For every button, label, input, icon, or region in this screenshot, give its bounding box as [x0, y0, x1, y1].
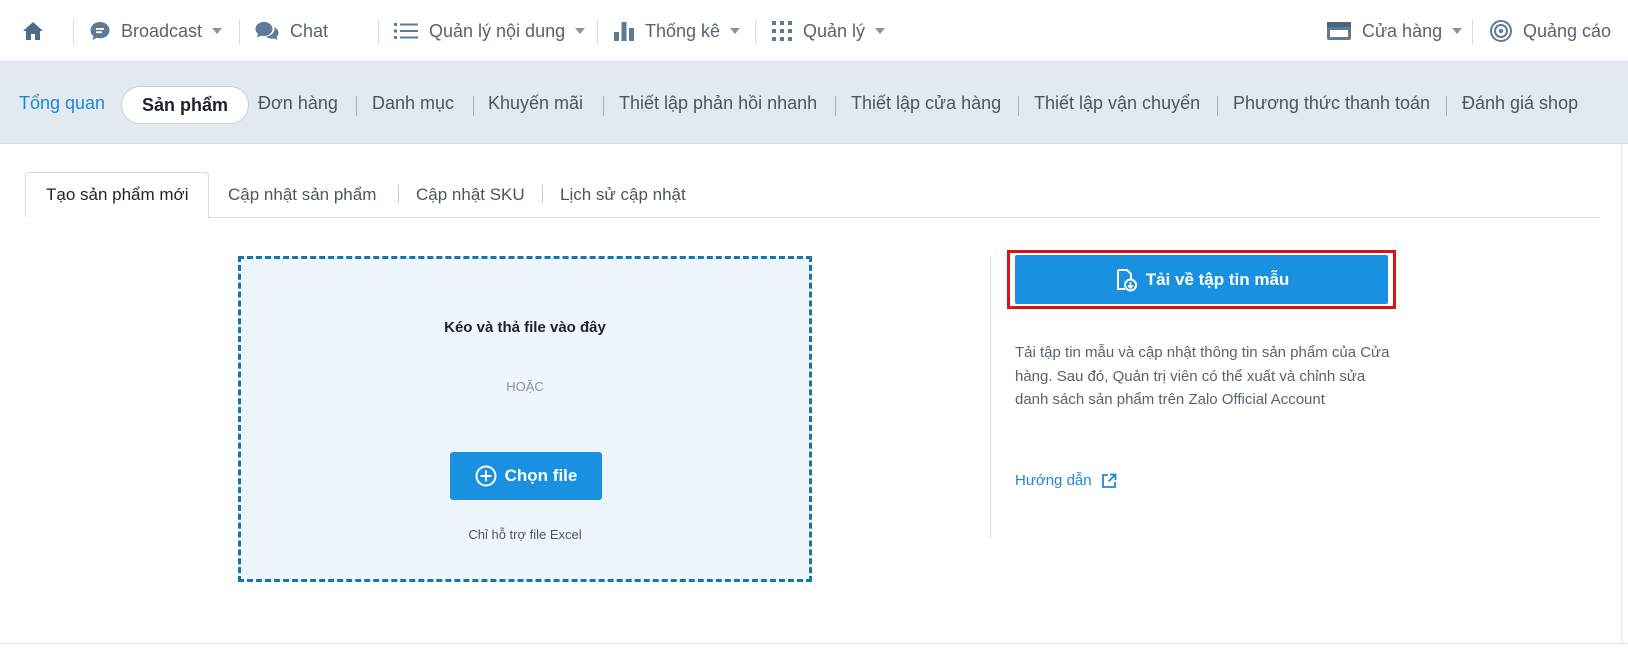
- subnav-divider: [1446, 96, 1447, 116]
- content-border: [0, 643, 1628, 644]
- nav-ads[interactable]: Quảng cáo: [1489, 0, 1611, 62]
- nav-store-label: Cửa hàng: [1362, 20, 1443, 41]
- download-template-label: Tải về tập tin mẫu: [1145, 269, 1290, 289]
- tab-divider: [542, 185, 543, 203]
- nav-store[interactable]: Cửa hàng: [1326, 0, 1463, 62]
- tab-update-history[interactable]: Lịch sử cập nhật: [560, 172, 686, 218]
- external-link-icon: [1101, 473, 1117, 489]
- subnav-divider: [1018, 96, 1019, 116]
- home-button[interactable]: [22, 0, 54, 62]
- chevron-down-icon: [875, 28, 886, 34]
- subnav-divider: [835, 96, 836, 116]
- guide-link[interactable]: Hướng dẫn: [1015, 472, 1117, 489]
- nav-broadcast-label: Broadcast: [121, 20, 203, 41]
- nav-divider: [1472, 20, 1473, 44]
- nav-ads-label: Quảng cáo: [1523, 20, 1612, 41]
- subnav-item-shop-reviews[interactable]: Đánh giá shop: [1462, 62, 1578, 144]
- nav-content-label: Quản lý nội dung: [429, 20, 566, 41]
- nav-broadcast[interactable]: Broadcast: [89, 0, 223, 62]
- subnav-item-shipping[interactable]: Thiết lập vận chuyển: [1034, 62, 1200, 144]
- content-border: [1621, 144, 1622, 644]
- home-icon: [22, 21, 44, 41]
- store-icon: [1326, 20, 1352, 42]
- choose-file-button[interactable]: Chọn file: [450, 452, 602, 500]
- tab-create-product[interactable]: Tạo sản phẩm mới: [25, 172, 210, 218]
- panel-divider: [990, 256, 991, 538]
- nav-chat[interactable]: Chat: [254, 0, 328, 62]
- chevron-down-icon: [730, 28, 741, 34]
- bar-chart-icon: [613, 20, 635, 42]
- chat-icon: [254, 20, 280, 42]
- subnav-item-quick-reply[interactable]: Thiết lập phản hồi nhanh: [619, 62, 817, 144]
- subnav-item-store-settings[interactable]: Thiết lập cửa hàng: [851, 62, 1001, 144]
- nav-statistics[interactable]: Thống kê: [613, 0, 741, 62]
- chevron-down-icon: [1452, 28, 1463, 34]
- subnav-item-products[interactable]: Sản phẩm: [121, 86, 250, 124]
- nav-divider: [597, 20, 598, 44]
- subnav-divider: [356, 96, 357, 116]
- grid-icon: [771, 20, 793, 42]
- subnav-divider: [473, 96, 474, 116]
- subnav-item-promotions[interactable]: Khuyến mãi: [488, 62, 583, 144]
- drop-zone-or: HOẶC: [506, 379, 544, 394]
- nav-divider: [378, 20, 379, 44]
- nav-manage-label: Quản lý: [803, 20, 866, 41]
- subnav-item-payment[interactable]: Phương thức thanh toán: [1233, 62, 1430, 144]
- tab-update-product[interactable]: Cập nhật sản phẩm: [228, 172, 376, 218]
- chevron-down-icon: [575, 28, 586, 34]
- message-bubble-icon: [89, 20, 111, 42]
- nav-divider: [755, 20, 756, 44]
- subnav-item-orders[interactable]: Đơn hàng: [258, 62, 338, 144]
- target-icon: [1489, 19, 1513, 43]
- file-drop-zone[interactable]: Kéo và thả file vào đây HOẶC Chọn file C…: [238, 256, 812, 582]
- subnav-divider: [603, 96, 604, 116]
- nav-divider: [73, 20, 74, 44]
- supported-format-note: Chỉ hỗ trợ file Excel: [468, 527, 582, 542]
- nav-content-management[interactable]: Quản lý nội dung: [393, 0, 586, 62]
- nav-divider: [239, 20, 240, 44]
- tab-divider: [398, 185, 399, 203]
- nav-chat-label: Chat: [290, 20, 329, 41]
- list-icon: [393, 21, 419, 41]
- template-description: Tải tập tin mẫu và cập nhật thông tin sả…: [1015, 344, 1390, 408]
- choose-file-label: Chọn file: [504, 466, 578, 485]
- top-navigation: Broadcast Chat Quản lý nội dung Thống kê…: [0, 0, 1628, 62]
- plus-circle-icon: [475, 465, 497, 487]
- nav-statistics-label: Thống kê: [645, 20, 721, 41]
- nav-manage[interactable]: Quản lý: [771, 0, 886, 62]
- download-template-button[interactable]: Tải về tập tin mẫu: [1015, 255, 1388, 304]
- chevron-down-icon: [212, 28, 223, 34]
- subnav-item-overview[interactable]: Tổng quan: [19, 62, 105, 144]
- tab-update-sku[interactable]: Cập nhật SKU: [416, 172, 525, 218]
- file-download-icon: [1114, 268, 1138, 292]
- subnav-item-categories[interactable]: Danh mục: [372, 62, 454, 144]
- guide-link-label: Hướng dẫn: [1015, 472, 1092, 489]
- subnav-divider: [1217, 96, 1218, 116]
- drop-zone-title: Kéo và thả file vào đây: [444, 319, 606, 336]
